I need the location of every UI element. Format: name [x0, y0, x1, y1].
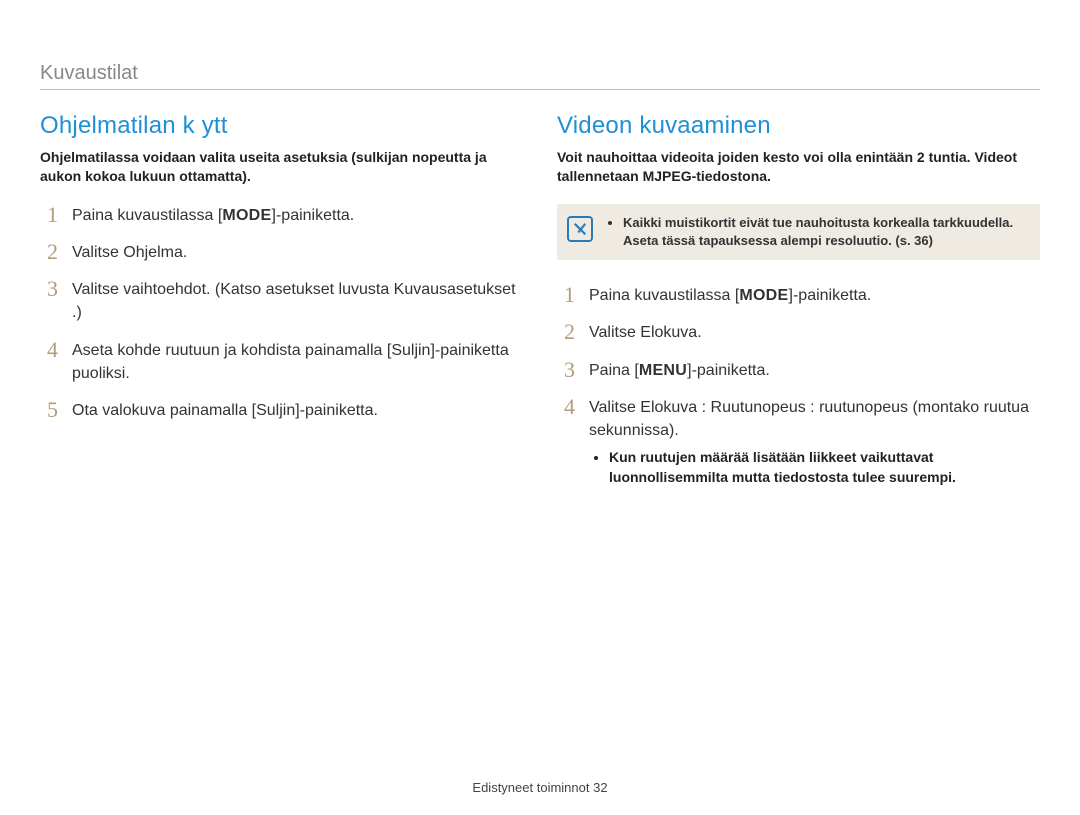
intro-text: Ohjelmatilassa voidaan valita useita ase… [40, 148, 523, 186]
step-text: Valitse Elokuva. [589, 321, 1040, 344]
step-4: Valitse Elokuva : Ruutunopeus : ruutunop… [557, 396, 1040, 488]
step-text: Valitse Elokuva : Ruutunopeus : ruutunop… [589, 399, 1029, 439]
steps-list-right: Paina kuvaustilassa [MODE]-painiketta. V… [557, 284, 1040, 487]
note-item: Kaikki muistikortit eivät tue nauhoitust… [623, 214, 1026, 250]
breadcrumb: Kuvaustilat [40, 62, 1040, 90]
step-1: Paina kuvaustilassa [MODE]-painiketta. [40, 204, 523, 227]
step-text: ]-painiketta. [272, 207, 355, 224]
sub-bullet-list: Kun ruutujen määrää lisätään liikkeet va… [589, 448, 1040, 487]
step-5: Ota valokuva painamalla [Suljin]-painike… [40, 399, 523, 422]
left-column: Ohjelmatilan k ytt Ohjelmatilassa voidaa… [40, 112, 523, 501]
note-box: Kaikki muistikortit eivät tue nauhoitust… [557, 204, 1040, 260]
step-text: Paina kuvaustilassa [ [589, 287, 739, 304]
step-text: Valitse vaihtoehdot. (Katso asetukset lu… [72, 278, 523, 324]
step-text: ]-painiketta. [687, 362, 770, 379]
key-label-menu: MENU [639, 362, 687, 379]
step-3: Paina [MENU]-painiketta. [557, 359, 1040, 382]
step-text: Valitse Ohjelma. [72, 241, 523, 264]
step-text: Paina kuvaustilassa [ [72, 207, 222, 224]
key-label-mode: MODE [739, 287, 788, 304]
section-title-program-mode: Ohjelmatilan k ytt [40, 112, 523, 140]
step-1: Paina kuvaustilassa [MODE]-painiketta. [557, 284, 1040, 307]
step-2: Valitse Ohjelma. [40, 241, 523, 264]
key-label-mode: MODE [222, 207, 271, 224]
sub-bullet-item: Kun ruutujen määrää lisätään liikkeet va… [609, 448, 1040, 487]
footer-section-label: Edistyneet toiminnot [472, 780, 589, 795]
intro-text: Voit nauhoittaa videoita joiden kesto vo… [557, 148, 1040, 186]
step-2: Valitse Elokuva. [557, 321, 1040, 344]
step-4: Aseta kohde ruutuun ja kohdista painamal… [40, 339, 523, 385]
step-text: ]-painiketta. [789, 287, 872, 304]
two-column-layout: Ohjelmatilan k ytt Ohjelmatilassa voidaa… [40, 112, 1040, 501]
note-list: Kaikki muistikortit eivät tue nauhoitust… [605, 214, 1026, 250]
right-column: Videon kuvaaminen Voit nauhoittaa videoi… [557, 112, 1040, 501]
manual-page: Kuvaustilat Ohjelmatilan k ytt Ohjelmati… [0, 0, 1080, 815]
steps-list-left: Paina kuvaustilassa [MODE]-painiketta. V… [40, 204, 523, 422]
footer-page-number: 32 [593, 780, 607, 795]
page-footer: Edistyneet toiminnot 32 [0, 780, 1080, 795]
step-text: Aseta kohde ruutuun ja kohdista painamal… [72, 339, 523, 385]
step-3: Valitse vaihtoehdot. (Katso asetukset lu… [40, 278, 523, 324]
note-icon [567, 216, 593, 242]
step-text: Paina [ [589, 362, 639, 379]
section-title-video-recording: Videon kuvaaminen [557, 112, 1040, 140]
step-text: Ota valokuva painamalla [Suljin]-painike… [72, 399, 523, 422]
